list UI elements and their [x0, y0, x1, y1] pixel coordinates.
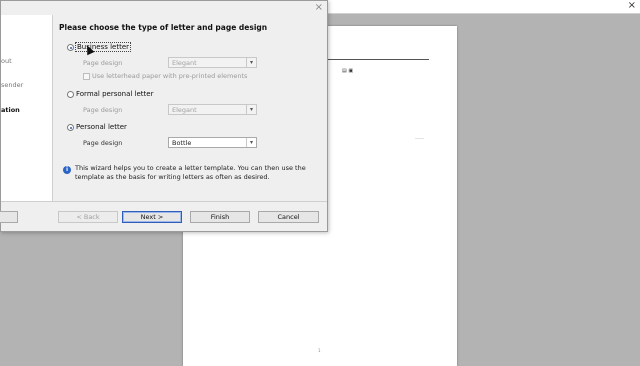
letterhead-checkbox-label: Use letterhead paper with pre-printed el… [92, 72, 248, 80]
step-item-sender[interactable]: sender [1, 81, 23, 89]
letter-wizard-dialog: × out sender ation Please choose the typ… [0, 0, 328, 232]
business-letter-radio[interactable] [67, 44, 74, 51]
document-marker-right: ——— [415, 136, 424, 140]
page-number: 1 [318, 348, 321, 353]
document-marker: ▤ ▣ [342, 68, 354, 74]
formal-letter-radio[interactable] [67, 91, 74, 98]
header-line [321, 59, 429, 60]
button-bar: < Back Next > Finish Cancel [0, 201, 327, 232]
step-item-layout[interactable]: out [1, 57, 12, 65]
business-page-design-value: Elegant [172, 59, 197, 67]
personal-page-design-label: Page design [83, 139, 123, 147]
formal-letter-label[interactable]: Formal personal letter [76, 90, 153, 98]
chevron-down-icon: ▾ [246, 138, 256, 147]
info-icon: i [63, 166, 71, 174]
personal-page-design-value: Bottle [172, 139, 192, 147]
help-button[interactable] [0, 211, 18, 223]
formal-page-design-label: Page design [83, 106, 123, 114]
formal-page-design-value: Elegant [172, 106, 197, 114]
dialog-heading: Please choose the type of letter and pag… [59, 23, 268, 32]
chevron-down-icon: ▾ [246, 105, 256, 114]
personal-letter-radio[interactable] [67, 124, 74, 131]
next-button[interactable]: Next > [122, 211, 182, 223]
dialog-close-icon[interactable]: × [315, 2, 323, 14]
chevron-down-icon: ▾ [246, 58, 256, 67]
formal-page-design-select[interactable]: Elegant ▾ [168, 104, 257, 115]
personal-letter-label[interactable]: Personal letter [76, 123, 127, 131]
business-page-design-select[interactable]: Elegant ▾ [168, 57, 257, 68]
back-button[interactable]: < Back [58, 211, 118, 223]
info-text: This wizard helps you to create a letter… [75, 164, 306, 181]
step-item-information[interactable]: ation [1, 106, 20, 114]
business-page-design-label: Page design [83, 59, 123, 67]
wizard-steps-panel: out sender ation [1, 15, 53, 201]
letterhead-checkbox[interactable] [83, 73, 90, 80]
finish-button[interactable]: Finish [190, 211, 250, 223]
personal-page-design-select[interactable]: Bottle ▾ [168, 137, 257, 148]
cancel-button[interactable]: Cancel [258, 211, 319, 223]
close-icon[interactable]: × [628, 0, 636, 12]
